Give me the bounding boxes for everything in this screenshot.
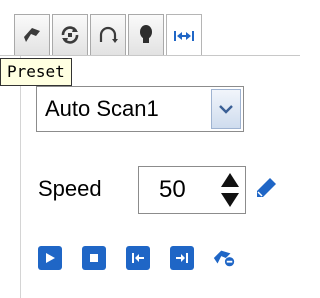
set-right-limit-button[interactable] bbox=[170, 246, 194, 270]
set-left-limit-button[interactable] bbox=[126, 246, 150, 270]
edit-pencil-icon[interactable] bbox=[254, 176, 278, 202]
auto-scan-icon bbox=[174, 30, 194, 41]
tooltip: Preset bbox=[0, 58, 72, 86]
panel-left-border bbox=[20, 56, 21, 298]
clear-limit-button[interactable] bbox=[212, 246, 236, 270]
preset-icon bbox=[24, 28, 40, 42]
speed-label: Speed bbox=[38, 176, 102, 201]
light-icon bbox=[140, 25, 152, 43]
pattern-icon bbox=[99, 26, 118, 43]
speed-spinner bbox=[219, 171, 241, 209]
stop-icon bbox=[90, 254, 98, 262]
play-icon bbox=[46, 253, 55, 263]
tab-preset[interactable] bbox=[14, 14, 50, 55]
tab-light[interactable] bbox=[128, 14, 164, 55]
increment-icon[interactable] bbox=[220, 171, 240, 189]
chevron-down-icon bbox=[219, 105, 233, 114]
speed-value[interactable]: 50 bbox=[159, 167, 186, 213]
clear-limit-icon bbox=[213, 250, 235, 267]
preset-select-value: Auto Scan1 bbox=[45, 96, 159, 121]
tab-auto-scan[interactable] bbox=[166, 14, 202, 56]
decrement-icon[interactable] bbox=[220, 191, 240, 209]
set-left-limit-icon bbox=[132, 253, 144, 263]
patrol-icon bbox=[61, 26, 79, 44]
stop-button[interactable] bbox=[82, 246, 106, 270]
preset-select[interactable]: Auto Scan1 bbox=[36, 86, 244, 132]
ptz-control-panel: Preset Auto Scan1 Speed 50 bbox=[0, 0, 300, 298]
speed-stepper[interactable]: 50 bbox=[138, 166, 246, 214]
set-right-limit-icon bbox=[176, 253, 188, 263]
dropdown-button[interactable] bbox=[211, 89, 241, 129]
tab-pattern[interactable] bbox=[90, 14, 126, 55]
tab-strip bbox=[0, 0, 300, 56]
play-button[interactable] bbox=[38, 246, 62, 270]
tab-patrol[interactable] bbox=[52, 14, 88, 55]
tab-strip-divider bbox=[0, 55, 300, 56]
